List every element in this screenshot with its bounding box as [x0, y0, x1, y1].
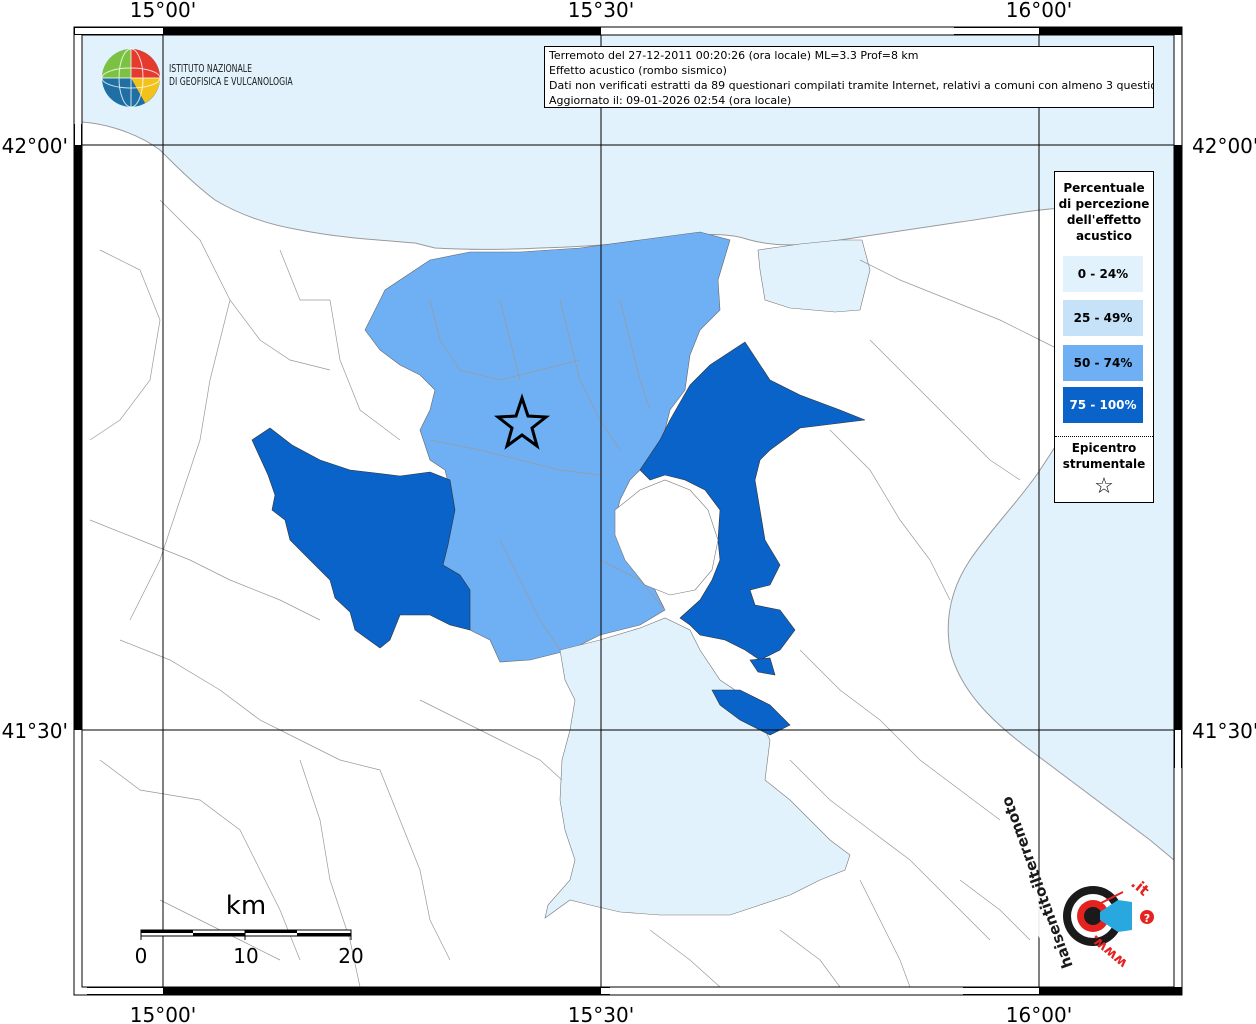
event-info-box: Terremoto del 27-12-2011 00:20:26 (ora l…	[544, 46, 1154, 108]
lon-label-top-3: 16°00'	[1006, 0, 1072, 22]
region-25-49-north	[757, 239, 871, 313]
scale-unit: km	[226, 891, 266, 921]
legend-class-0-24: 0 - 24%	[1063, 256, 1143, 292]
map-canvas: 15°00' 15°30' 16°00' 15°00' 15°30' 16°00…	[2, 0, 1256, 1024]
legend-class-25-49: 25 - 49%	[1063, 300, 1143, 336]
legend-class-75-100: 75 - 100%	[1063, 387, 1143, 423]
scale-tick-0: 0	[135, 944, 148, 968]
legend-title-line4: acustico	[1075, 229, 1133, 243]
badge-question: ?	[1144, 912, 1150, 925]
institute-line1: ISTITUTO NAZIONALE	[169, 63, 252, 75]
legend: Percentuale di percezione dell'effetto a…	[1054, 171, 1154, 503]
lon-label-bottom-3: 16°00'	[1006, 1003, 1072, 1024]
institute-line2: DI GEOFISICA E VULCANOLOGIA	[169, 76, 293, 88]
lon-label-top-1: 15°00'	[130, 0, 196, 22]
legend-epicenter-line2: strumentale	[1062, 457, 1146, 471]
event-info-line4: Aggiornato il: 09-01-2026 02:54 (ora loc…	[549, 94, 792, 107]
legend-title-line1: Percentuale	[1063, 181, 1145, 195]
legend-epicenter-label: Epicentro strumentale	[1055, 440, 1153, 472]
legend-epicenter-line1: Epicentro	[1071, 441, 1137, 455]
event-info-line3: Dati non verificati estratti da 89 quest…	[549, 79, 1154, 92]
legend-title-line3: dell'effetto	[1066, 213, 1142, 227]
event-info-line2: Effetto acustico (rombo sismico)	[549, 64, 727, 77]
lon-label-top-2: 15°30'	[568, 0, 634, 22]
lon-label-bottom-1: 15°00'	[130, 1003, 196, 1024]
lat-label-right-2: 41°30'	[1192, 719, 1256, 743]
lon-label-bottom-2: 15°30'	[568, 1003, 634, 1024]
scale-tick-10: 10	[233, 944, 258, 968]
lat-label-right-1: 42°00'	[1192, 134, 1256, 158]
event-info-line1: Terremoto del 27-12-2011 00:20:26 (ora l…	[549, 49, 919, 62]
legend-class-50-74: 50 - 74%	[1063, 345, 1143, 381]
institute-name: ISTITUTO NAZIONALE DI GEOFISICA E VULCAN…	[169, 63, 293, 89]
legend-star-icon: ☆	[1094, 474, 1114, 499]
legend-separator	[1055, 436, 1153, 437]
lat-label-left-1: 42°00'	[2, 134, 68, 158]
legend-title: Percentuale di percezione dell'effetto a…	[1055, 180, 1153, 244]
scale-tick-20: 20	[338, 944, 363, 968]
lat-label-left-2: 41°30'	[2, 719, 68, 743]
ingv-logo-icon	[101, 48, 161, 108]
legend-title-line2: di percezione	[1058, 197, 1150, 211]
